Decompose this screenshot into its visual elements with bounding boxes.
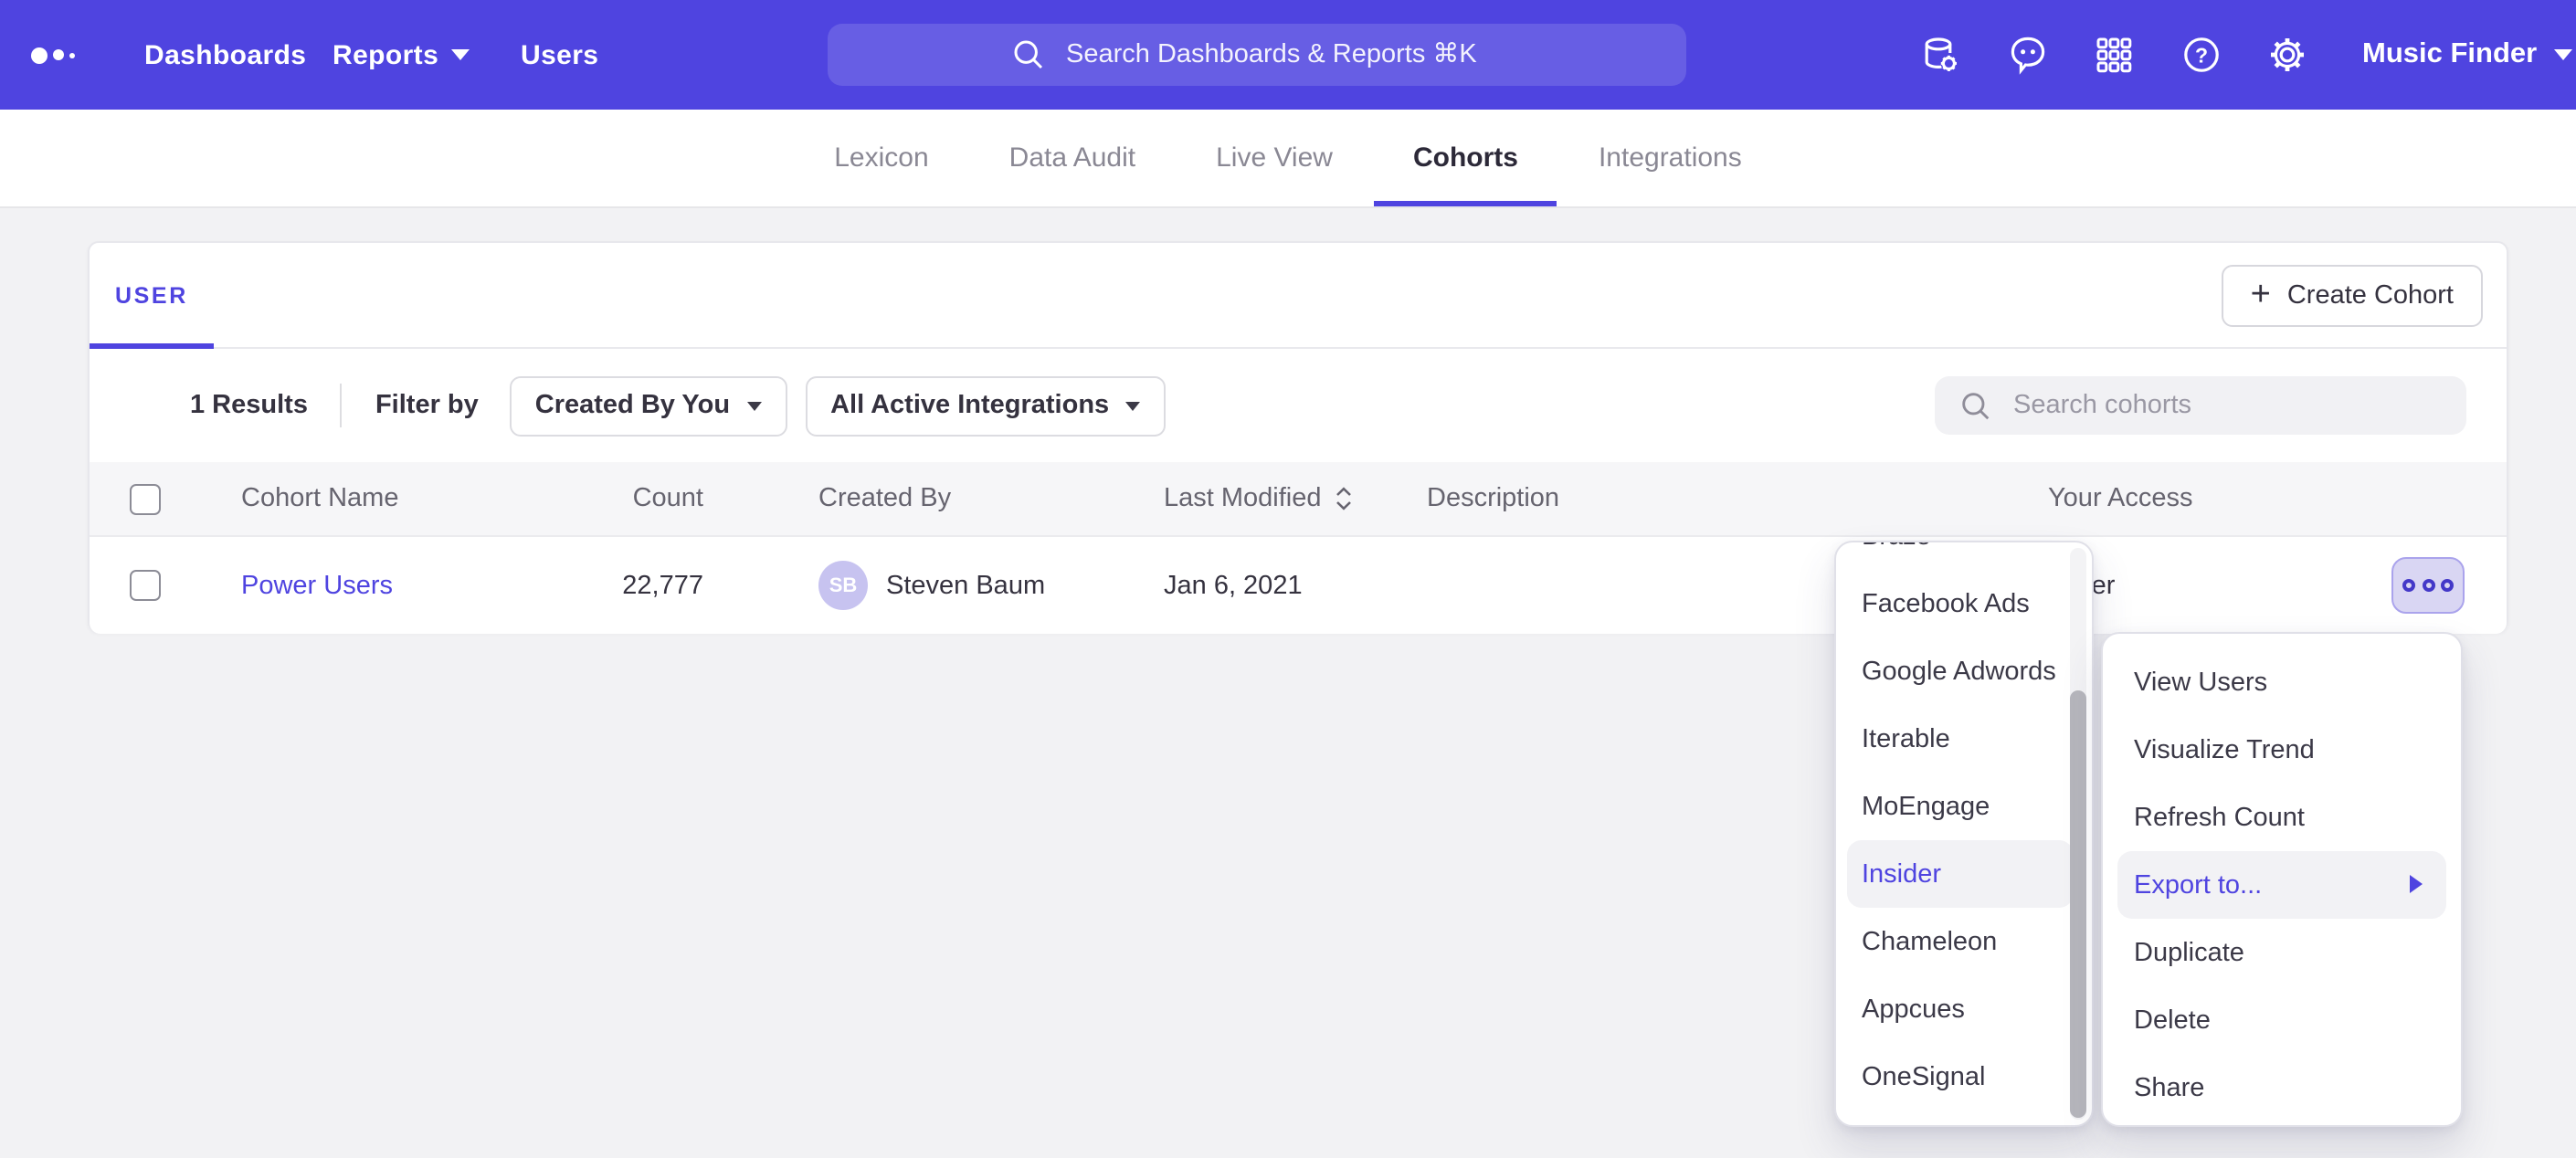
tab-integrations-label: Integrations [1599,142,1742,174]
select-all-checkbox[interactable] [130,483,161,514]
menu-item-iterable[interactable]: Iterable [1836,705,2092,773]
nav-reports[interactable]: Reports [333,0,470,110]
menu-item-share[interactable]: Share [2103,1054,2461,1121]
chevron-down-icon [451,49,470,60]
data-settings-icon[interactable] [1918,33,1962,77]
help-icon[interactable]: ? [2180,33,2223,77]
tab-live-view-label: Live View [1216,142,1333,174]
app-viewport: Dashboards Reports Users [0,0,2576,1158]
global-search-input[interactable] [1062,38,1504,71]
plus-icon: + [2251,277,2271,311]
cohorts-card: USER + Create Cohort 1 Results Filter by… [88,241,2508,632]
menu-item-facebook-ads[interactable]: Facebook Ads [1836,570,2092,637]
tab-user-cohorts[interactable]: USER [90,243,214,347]
menu-item-moengage[interactable]: MoEngage [1836,773,2092,840]
menu-item-braze[interactable]: Braze [1836,541,2092,570]
nav-dashboards[interactable]: Dashboards [144,0,306,110]
menu-item-view-users[interactable]: View Users [2103,648,2461,716]
project-name: Music Finder [2362,38,2537,71]
feedback-icon[interactable] [2006,33,2050,77]
menu-item-insider[interactable]: Insider [1847,840,2074,908]
submenu-arrow-icon [2410,875,2423,893]
menu-item-refresh-count[interactable]: Refresh Count [2103,784,2461,851]
export-to-submenu: Braze Facebook Ads Google Adwords Iterab… [1834,541,2094,1127]
tab-lexicon-label: Lexicon [834,142,928,174]
settings-icon[interactable] [2265,33,2309,77]
col-your-access: Your Access [2048,462,2193,535]
dot-icon [2422,579,2434,592]
integrations-filter-label: All Active Integrations [830,391,1109,420]
avatar: SB [818,561,868,610]
chevron-down-icon [1125,401,1140,410]
row-actions-menu: View Users Visualize Trend Refresh Count… [2101,632,2463,1127]
section-tabbar: Lexicon Data Audit Live View Cohorts Int… [0,110,2576,208]
menu-item-export-to[interactable]: Export to... [2117,851,2446,919]
results-count: 1 Results [190,391,308,420]
search-icon [1009,37,1046,73]
menu-item-duplicate[interactable]: Duplicate [2103,919,2461,986]
cohort-count: 22,777 [557,537,703,634]
top-nav: Dashboards Reports Users [0,0,2576,110]
sort-icon [1335,484,1355,513]
dot-icon [2402,579,2415,592]
tab-lexicon[interactable]: Lexicon [830,110,932,206]
scrollbar-thumb[interactable] [2070,690,2086,1118]
tab-live-view[interactable]: Live View [1212,110,1336,206]
search-icon [1958,388,1993,423]
divider [341,384,343,427]
col-cohort-name: Cohort Name [241,462,398,535]
cohort-name-link[interactable]: Power Users [241,571,393,600]
create-cohort-button[interactable]: + Create Cohort [2222,265,2483,327]
filter-row: 1 Results Filter by Created By You All A… [90,349,2507,462]
menu-item-onesignal[interactable]: OneSignal [1836,1043,2092,1111]
row-checkbox[interactable] [130,570,161,601]
export-to-list: Braze Facebook Ads Google Adwords Iterab… [1836,541,2092,1111]
nav-users[interactable]: Users [521,0,598,110]
project-switcher[interactable]: Music Finder [2362,0,2571,110]
col-created-by: Created By [818,462,951,535]
menu-item-visualize-trend[interactable]: Visualize Trend [2103,716,2461,784]
row-more-actions-button[interactable] [2391,557,2465,614]
integrations-filter-dropdown[interactable]: All Active Integrations [805,375,1166,436]
menu-item-delete[interactable]: Delete [2103,986,2461,1054]
created-by-filter-dropdown[interactable]: Created By You [510,375,787,436]
col-description: Description [1427,462,1559,535]
global-search-bar[interactable] [828,24,1686,86]
created-by-filter-label: Created By You [535,391,730,420]
export-to-label: Export to... [2134,870,2262,900]
tab-cohorts[interactable]: Cohorts [1409,110,1522,206]
table-header-row: Cohort Name Count Created By Last Modifi… [90,462,2507,537]
menu-item-chameleon[interactable]: Chameleon [1836,908,2092,975]
tab-user-label: USER [115,282,188,308]
chevron-down-icon [746,401,761,410]
filter-by-label: Filter by [375,391,479,420]
nav-reports-label: Reports [333,39,438,70]
nav-dashboards-label: Dashboards [144,39,306,70]
created-by-name: Steven Baum [886,571,1045,600]
cohort-search-bar[interactable] [1935,376,2466,435]
col-last-modified[interactable]: Last Modified [1164,462,1355,535]
svg-text:?: ? [2195,43,2208,67]
dot-icon [2441,579,2454,592]
cohorts-card-header: USER + Create Cohort [90,243,2507,349]
col-count: Count [557,462,703,535]
menu-item-appcues[interactable]: Appcues [1836,975,2092,1043]
tab-data-audit[interactable]: Data Audit [1006,110,1139,206]
row-actions-list: View Users Visualize Trend Refresh Count… [2103,648,2461,1121]
tab-cohorts-label: Cohorts [1413,142,1518,174]
last-modified-cell: Jan 6, 2021 [1164,537,1303,634]
tab-data-audit-label: Data Audit [1009,142,1135,174]
mixpanel-logo-icon[interactable] [31,0,75,110]
created-by-cell: SB Steven Baum [818,537,1045,634]
tab-integrations[interactable]: Integrations [1595,110,1746,206]
table-row[interactable]: Power Users 22,777 SB Steven Baum Jan 6,… [90,537,2507,634]
nav-users-label: Users [521,39,598,70]
create-cohort-label: Create Cohort [2287,281,2454,311]
cohort-search-input[interactable] [2010,389,2419,422]
col-last-modified-label: Last Modified [1164,484,1322,513]
chevron-down-icon [2553,49,2571,60]
app-grid-icon[interactable] [2092,33,2136,77]
menu-item-google-adwords[interactable]: Google Adwords [1836,637,2092,705]
